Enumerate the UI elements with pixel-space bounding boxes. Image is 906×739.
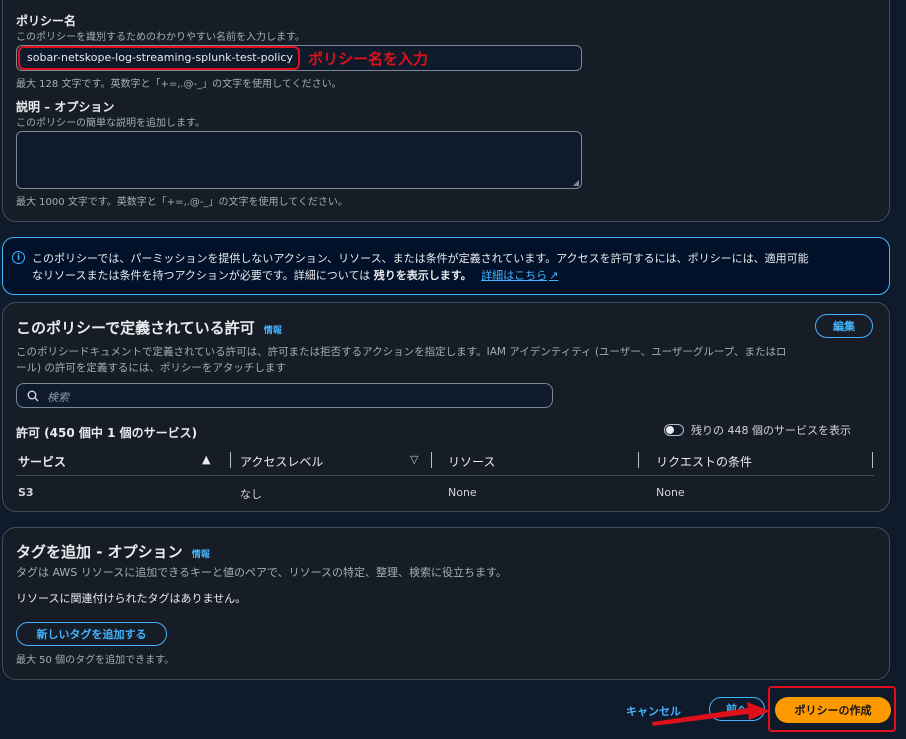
resource-cell: None xyxy=(448,486,477,499)
tags-description: タグは AWS リソースに追加できるキーと値のペアで、リソースの特定、整理、検索… xyxy=(16,566,507,579)
info-alert-show-more: 残りを表示します。 xyxy=(373,269,472,282)
policy-name-value: sobar-netskope-log-streaming-splunk-test… xyxy=(27,51,293,64)
permissions-info-link[interactable]: 情報 xyxy=(264,326,282,336)
permissions-title-text: このポリシーで定義されている許可 xyxy=(16,319,255,337)
column-separator[interactable] xyxy=(638,452,639,468)
tags-info-link[interactable]: 情報 xyxy=(192,550,210,560)
policy-name-hint: 最大 128 文字です。英数字と「+=,.@-_」の文字を使用してください。 xyxy=(16,79,342,90)
textarea-resize-handle[interactable]: ◢ xyxy=(573,178,579,187)
create-policy-button[interactable]: ポリシーの作成 xyxy=(775,697,891,723)
info-alert xyxy=(2,237,890,295)
info-alert-line1: このポリシーでは、パーミッションを提供しないアクション、リソース、または条件が定… xyxy=(32,252,809,265)
column-separator[interactable] xyxy=(872,452,873,468)
permissions-count-label: 許可 (450 個中 1 個のサービス) xyxy=(16,426,198,440)
tags-empty-text: リソースに関連付けられたタグはありません。 xyxy=(16,592,247,605)
condition-cell: None xyxy=(656,486,685,499)
edit-button[interactable]: 編集 xyxy=(815,314,873,338)
permissions-description-line2: ール) の許可を定義するには、ポリシーをアタッチします xyxy=(16,362,286,374)
column-header-request-condition[interactable]: リクエストの条件 xyxy=(656,453,752,470)
sort-descending-icon[interactable]: ▽ xyxy=(410,453,418,466)
info-alert-line2-text: なリソースまたは条件を持つアクションが必要です。詳細については xyxy=(32,269,374,282)
learn-more-label: 詳細はこちら xyxy=(481,269,548,282)
sort-ascending-icon[interactable]: ▲ xyxy=(202,453,210,466)
annotation-enter-policy-name: ポリシー名を入力 xyxy=(308,50,429,68)
column-separator[interactable] xyxy=(230,452,231,468)
learn-more-link[interactable]: 詳細はこちら ↗ xyxy=(481,269,558,282)
show-remaining-toggle[interactable]: 残りの 448 個のサービスを表示 xyxy=(664,422,851,438)
external-link-icon: ↗ xyxy=(549,269,559,282)
tags-title: タグを追加 - オプション 情報 xyxy=(16,541,210,562)
tags-title-text: タグを追加 - オプション xyxy=(16,543,183,561)
column-header-service[interactable]: サービス xyxy=(18,453,66,470)
permissions-search-input[interactable]: 検索 xyxy=(16,383,553,408)
policy-name-description: このポリシーを識別するためのわかりやすい名前を入力します。 xyxy=(16,32,305,43)
table-header-divider xyxy=(16,475,874,476)
description-label: 説明 – オプション xyxy=(16,100,115,114)
toggle-label: 残りの 448 個のサービスを表示 xyxy=(691,424,851,437)
back-button[interactable]: 前へ xyxy=(709,697,765,721)
info-alert-line2: なリソースまたは条件を持つアクションが必要です。詳細については 残りを表示します… xyxy=(32,267,558,283)
description-sublabel: このポリシーの簡単な説明を追加します。 xyxy=(16,118,205,129)
description-textarea[interactable]: ◢ xyxy=(16,131,582,189)
tags-hint: 最大 50 個のタグを追加できます。 xyxy=(16,655,175,666)
toggle-knob xyxy=(666,426,674,434)
column-header-access-level[interactable]: アクセスレベル xyxy=(240,453,323,470)
permissions-title: このポリシーで定義されている許可 情報 xyxy=(16,317,282,338)
service-link-s3[interactable]: S3 xyxy=(18,486,34,499)
cancel-button[interactable]: キャンセル xyxy=(626,703,681,719)
toggle-switch[interactable] xyxy=(664,424,684,436)
permissions-description-line1: このポリシードキュメントで定義されている許可は、許可または拒否するアクションを指… xyxy=(16,346,787,358)
column-separator[interactable] xyxy=(431,452,432,468)
search-icon xyxy=(27,390,39,402)
description-hint: 最大 1000 文字です。英数字と「+=,.@-_」の文字を使用してください。 xyxy=(16,197,348,208)
add-new-tag-button[interactable]: 新しいタグを追加する xyxy=(16,622,167,646)
search-placeholder: 検索 xyxy=(47,391,69,404)
access-level-cell: なし xyxy=(240,488,262,501)
policy-name-label: ポリシー名 xyxy=(16,14,77,28)
column-header-resource[interactable]: リソース xyxy=(448,453,495,470)
info-icon: i xyxy=(12,251,25,264)
